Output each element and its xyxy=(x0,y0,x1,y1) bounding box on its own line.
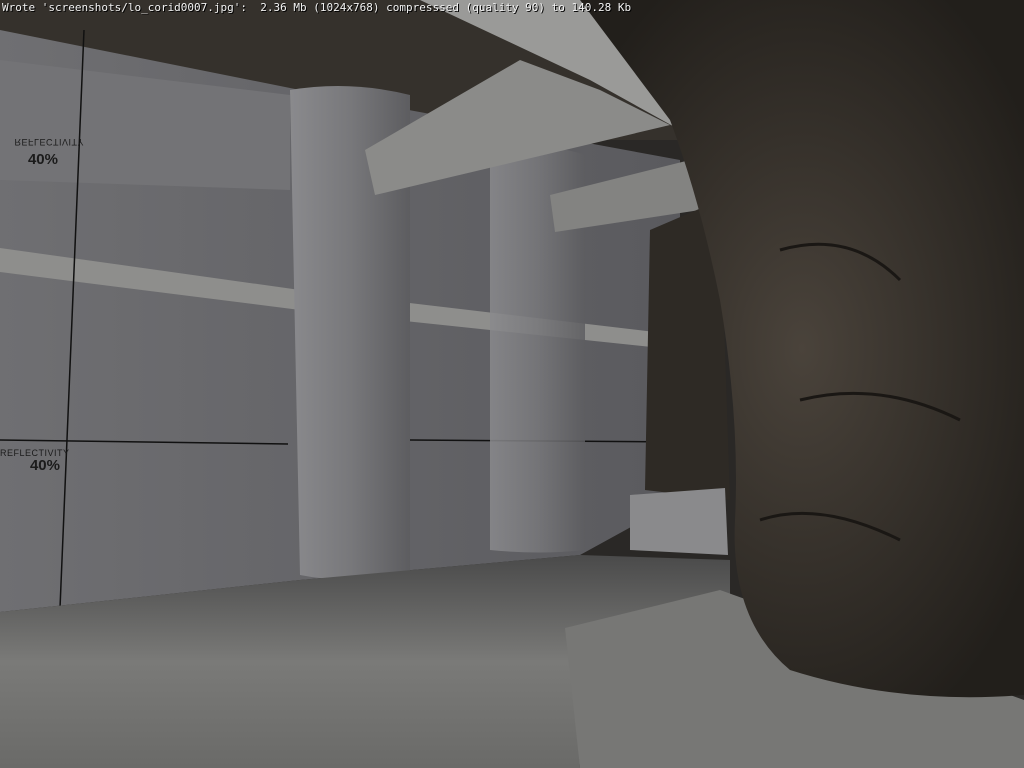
reflectivity-value: 40% xyxy=(29,457,60,474)
far-wall-block xyxy=(630,488,728,555)
corridor-scene xyxy=(0,0,1024,768)
game-viewport: REFLECTIVITY 40% REFLECTIVITY 40% Wrote … xyxy=(0,0,1024,768)
reflectivity-value-top: 40% xyxy=(2,152,58,167)
reflectivity-label-top: REFLECTIVITY xyxy=(2,137,84,147)
console-message: Wrote 'screenshots/lo_corid0007.jpg': 2.… xyxy=(2,1,632,14)
reflectivity-title: REFLECTIVITY xyxy=(14,137,84,147)
reflectivity-value: 40% xyxy=(27,151,58,168)
reflectivity-label-bottom: REFLECTIVITY 40% xyxy=(0,449,69,474)
